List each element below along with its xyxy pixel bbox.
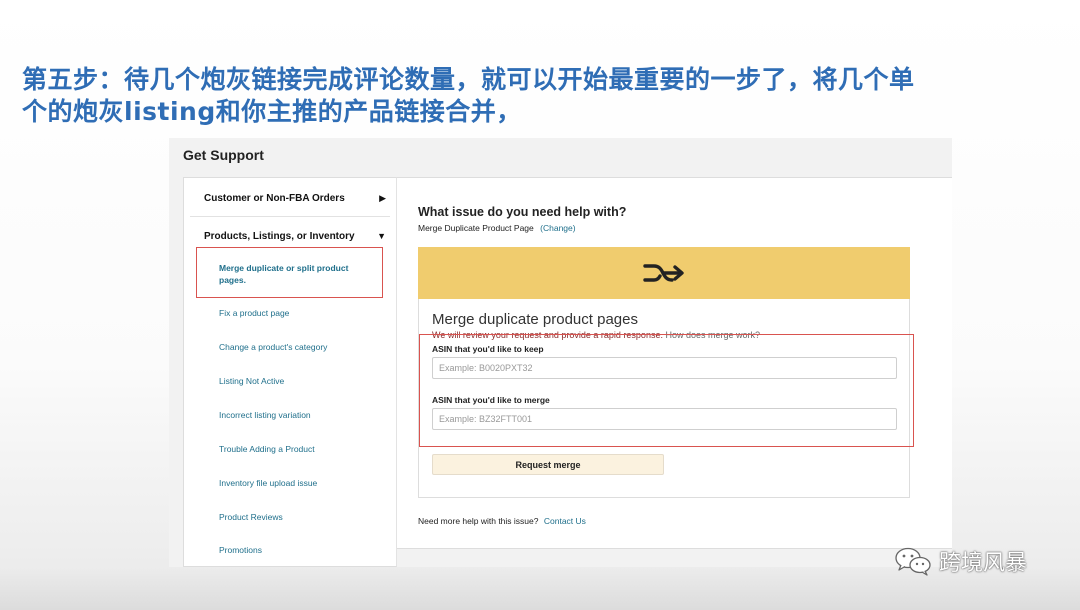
sidebar-divider — [190, 216, 390, 217]
watermark-text: 跨境风暴 — [939, 551, 1028, 576]
issue-question: What issue do you need help with? — [418, 205, 627, 219]
slide-title: 第五步：待几个炮灰链接完成评论数量，就可以开始最重要的一步了，将几个单 个的炮灰… — [22, 64, 1022, 128]
sidebar-category-label: Customer or Non-FBA Orders — [204, 193, 345, 204]
wechat-icon — [895, 547, 931, 576]
merge-card: Merge duplicate product pages We will re… — [418, 247, 914, 498]
sidebar-item-inventory-upload[interactable]: Inventory file upload issue — [219, 478, 317, 488]
keep-asin-label: ASIN that you'd like to keep — [432, 344, 544, 354]
current-issue: Merge Duplicate Product Page (Change) — [418, 223, 576, 233]
sidebar-item-label: Merge duplicate or split product pages. — [219, 263, 349, 285]
watermark: 跨境风暴 — [893, 545, 1027, 577]
help-text: Need more help with this issue? — [418, 516, 539, 526]
chevron-down-icon: ▼ — [377, 231, 386, 241]
slide-title-line1: 第五步：待几个炮灰链接完成评论数量，就可以开始最重要的一步了，将几个单 — [22, 65, 915, 94]
change-link[interactable]: (Change) — [540, 223, 575, 233]
sidebar-item-incorrect-variation[interactable]: Incorrect listing variation — [219, 410, 311, 420]
sidebar-item-listing-not-active[interactable]: Listing Not Active — [219, 376, 284, 386]
sidebar-item-trouble-adding[interactable]: Trouble Adding a Product — [219, 444, 315, 454]
sidebar-category-label: Products, Listings, or Inventory — [204, 231, 355, 242]
card-title: Merge duplicate product pages — [432, 311, 638, 328]
merge-asin-input[interactable] — [432, 408, 897, 430]
page-title: Get Support — [183, 147, 264, 163]
current-issue-label: Merge Duplicate Product Page — [418, 223, 534, 233]
slide-title-line2: 个的炮灰listing和你主推的产品链接合并， — [22, 97, 522, 126]
sidebar-category-orders[interactable]: Customer or Non-FBA Orders ▶ — [204, 193, 386, 204]
request-merge-button[interactable]: Request merge — [432, 454, 664, 475]
main-panel: What issue do you need help with? Merge … — [397, 177, 952, 549]
sidebar-item-promotions[interactable]: Promotions — [219, 545, 262, 555]
contact-us-link[interactable]: Contact Us — [544, 516, 586, 526]
sidebar: Customer or Non-FBA Orders ▶ Products, L… — [183, 177, 397, 567]
sidebar-item-merge-selected[interactable]: Merge duplicate or split product pages. — [196, 247, 383, 298]
merge-arrow-icon — [643, 264, 684, 282]
keep-asin-input[interactable] — [432, 357, 897, 379]
help-footer: Need more help with this issue? Contact … — [418, 516, 586, 526]
sidebar-item-product-reviews[interactable]: Product Reviews — [219, 512, 283, 522]
card-banner — [418, 247, 910, 299]
chevron-right-icon: ▶ — [379, 193, 386, 203]
sidebar-category-products[interactable]: Products, Listings, or Inventory ▼ — [204, 231, 386, 242]
sidebar-item-change-category[interactable]: Change a product's category — [219, 342, 327, 352]
sidebar-item-fix-product-page[interactable]: Fix a product page — [219, 308, 289, 318]
support-screenshot: Get Support Customer or Non-FBA Orders ▶… — [169, 138, 952, 567]
merge-asin-label: ASIN that you'd like to merge — [432, 395, 550, 405]
